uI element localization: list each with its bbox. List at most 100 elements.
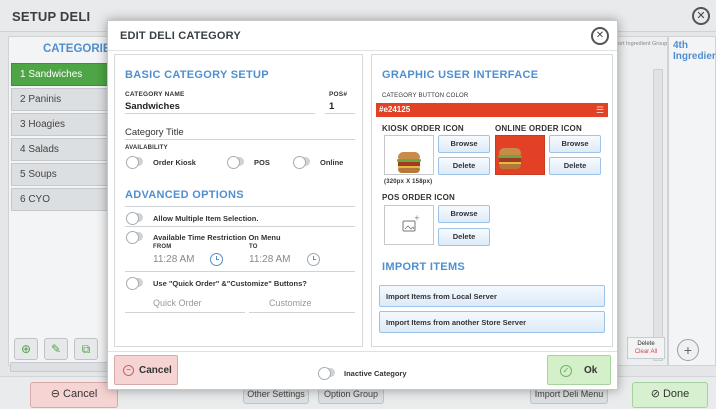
divider [125, 139, 355, 140]
fourth-ingredient-header: 4th Ingredier [673, 40, 716, 62]
quick-order-toggle[interactable] [126, 277, 143, 290]
basic-setup-title: BASIC CATEGORY SETUP [125, 69, 269, 81]
categories-panel: CATEGORIES 1 Sandwiches 2 Paninis 3 Hoag… [8, 36, 115, 366]
online-icon-label: ONLINE ORDER ICON [495, 124, 582, 133]
customize-input[interactable]: Customize [269, 298, 312, 308]
pos-icon-preview[interactable]: + [384, 205, 434, 245]
cancel-button[interactable]: ⊖ Cancel [30, 382, 118, 408]
pos-toggle-label: POS [254, 158, 270, 167]
svg-text:+: + [414, 214, 420, 222]
advanced-options-title: ADVANCED OPTIONS [125, 189, 244, 201]
time-restriction-label: Available Time Restriction On Menu [153, 233, 281, 242]
from-label: FROM [153, 244, 172, 250]
kiosk-browse-button[interactable]: Browse [438, 135, 490, 153]
divider [125, 206, 355, 207]
pos-toggle[interactable] [227, 156, 244, 169]
ingredient-group-column: port Ingredient Group Delete Clear All [614, 36, 668, 366]
category-title-input[interactable]: Category Title [125, 127, 184, 138]
multiple-selection-toggle[interactable] [126, 212, 143, 225]
category-name-label: CATEGORY NAME [125, 91, 185, 98]
modal-cancel-button[interactable]: − Cancel [114, 355, 178, 385]
online-icon-preview[interactable] [495, 135, 545, 175]
kiosk-icon-preview[interactable] [384, 135, 434, 175]
add-ingredient-icon[interactable]: + [677, 339, 699, 361]
fourth-ingredient-column: 4th Ingredier + [668, 36, 716, 366]
import-items-title: IMPORT ITEMS [382, 261, 466, 273]
pos-browse-button[interactable]: Browse [438, 205, 490, 223]
modal-close-icon[interactable]: ✕ [591, 27, 609, 45]
pos-number-label: POS# [329, 91, 348, 98]
gui-pane: GRAPHIC USER INTERFACE CATEGORY BUTTON C… [371, 54, 613, 347]
done-label: Done [662, 388, 690, 400]
import-local-button[interactable]: Import Items from Local Server [379, 285, 605, 307]
clear-all-label[interactable]: Clear All [628, 348, 664, 356]
add-category-icon[interactable]: ⊕ [14, 338, 38, 360]
to-clock-icon[interactable] [307, 253, 320, 266]
divider [125, 271, 355, 272]
inactive-category-toggle[interactable] [318, 367, 335, 380]
quick-order-input[interactable]: Quick Order [153, 298, 202, 308]
from-clock-icon[interactable] [210, 253, 223, 266]
cancel-circle-icon: − [123, 365, 134, 376]
kiosk-icon-label: KIOSK ORDER ICON [382, 124, 464, 133]
from-time-input[interactable]: 11:28 AM [153, 254, 195, 265]
modal-ok-label: Ok [584, 365, 598, 376]
import-store-button[interactable]: Import Items from another Store Server [379, 311, 605, 333]
divider [125, 312, 245, 313]
order-kiosk-label: Order Kiosk [153, 158, 196, 167]
category-name-input[interactable]: Sandwiches [125, 101, 180, 112]
edit-category-modal: EDIT DELI CATEGORY ✕ BASIC CATEGORY SETU… [107, 20, 618, 390]
divider [325, 113, 355, 114]
online-toggle[interactable] [293, 156, 310, 169]
ingredient-scrollbar[interactable] [653, 69, 663, 361]
category-item[interactable]: 3 Hoagies [11, 113, 115, 136]
pos-number-input[interactable]: 1 [329, 101, 334, 112]
cancel-icon: ⊖ [50, 388, 64, 400]
modal-ok-button[interactable]: ✓ Ok [547, 355, 611, 385]
inactive-category-label: Inactive Category [344, 369, 407, 378]
category-item[interactable]: 6 CYO [11, 188, 115, 211]
icon-size-note: (320px X 158px) [384, 179, 433, 185]
kiosk-delete-button[interactable]: Delete [438, 157, 490, 175]
cancel-label: Cancel [63, 388, 98, 400]
basic-setup-pane: BASIC CATEGORY SETUP CATEGORY NAME POS# … [114, 54, 363, 347]
divider [125, 113, 315, 114]
image-placeholder-icon: + [402, 214, 420, 232]
modal-header: EDIT DELI CATEGORY ✕ [108, 21, 617, 51]
category-item[interactable]: 5 Soups [11, 163, 115, 186]
order-kiosk-toggle[interactable] [126, 156, 143, 169]
pos-delete-button[interactable]: Delete [438, 228, 490, 246]
done-icon: ⊘ [650, 388, 663, 400]
delete-clear-buttons[interactable]: Delete Clear All [627, 337, 665, 359]
category-item[interactable]: 4 Salads [11, 138, 115, 161]
to-time-input[interactable]: 11:28 AM [249, 254, 291, 265]
done-button[interactable]: ⊘ Done [632, 382, 708, 408]
button-color-picker[interactable]: #e24125 ☰ [376, 103, 608, 117]
delete-label[interactable]: Delete [628, 340, 664, 348]
modal-title: EDIT DELI CATEGORY [120, 30, 241, 42]
ingredient-group-header: port Ingredient Group [615, 41, 667, 47]
online-toggle-label: Online [320, 158, 344, 167]
check-circle-icon: ✓ [560, 365, 572, 377]
modal-footer: − Cancel Inactive Category ✓ Ok [108, 351, 617, 389]
time-restriction-toggle[interactable] [126, 231, 143, 244]
window-close-icon[interactable]: ✕ [692, 7, 710, 25]
pos-icon-label: POS ORDER ICON [382, 193, 456, 202]
quick-order-toggle-label: Use "Quick Order" &"Customize" Buttons? [153, 279, 307, 288]
divider [125, 226, 355, 227]
online-browse-button[interactable]: Browse [549, 135, 601, 153]
online-delete-button[interactable]: Delete [549, 157, 601, 175]
copy-category-icon[interactable]: ⧉ [74, 338, 98, 360]
edit-category-icon[interactable]: ✎ [44, 338, 68, 360]
categories-header: CATEGORIES [43, 43, 113, 55]
multiple-selection-label: Allow Multiple Item Selection. [153, 214, 259, 223]
divider [249, 312, 355, 313]
to-label: TO [249, 244, 258, 250]
category-item[interactable]: 1 Sandwiches [11, 63, 115, 86]
category-item[interactable]: 2 Paninis [11, 88, 115, 111]
window-title: SETUP DELI [12, 9, 91, 24]
color-menu-icon[interactable]: ☰ [596, 105, 604, 116]
gui-title: GRAPHIC USER INTERFACE [382, 69, 539, 81]
modal-cancel-label: Cancel [139, 365, 172, 376]
button-color-value: #e24125 [379, 105, 411, 114]
